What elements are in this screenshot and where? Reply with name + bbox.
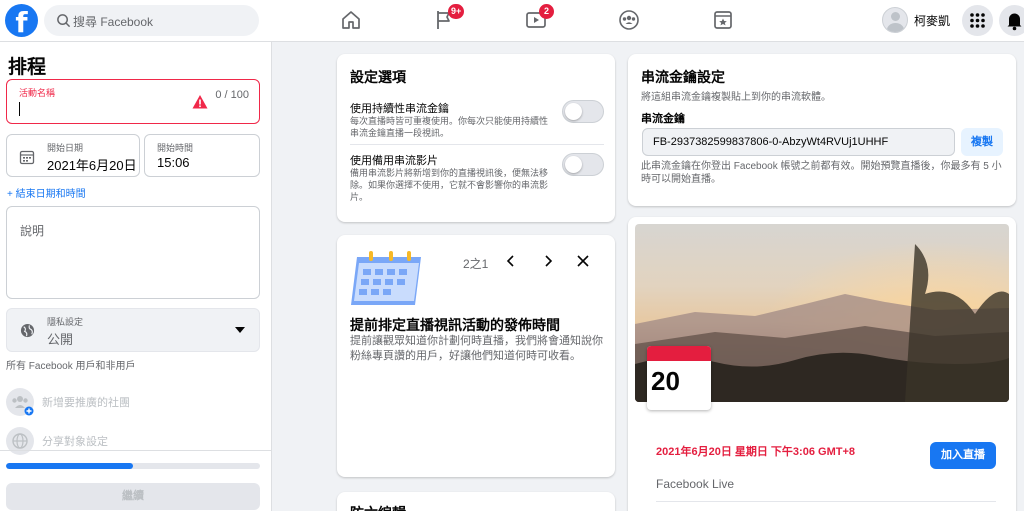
- top-bar: f 搜尋 Facebook 9+ 2 柯麥凱: [0, 0, 1024, 42]
- watch-badge: 2: [539, 4, 554, 19]
- go-live-button[interactable]: 加入直播: [930, 442, 996, 469]
- calendar-badge-header: [647, 346, 711, 361]
- stream-key-label: 串流金鑰: [641, 113, 685, 125]
- dropdown-caret-icon: [235, 327, 245, 333]
- privacy-label: 隱私設定: [47, 317, 84, 327]
- privacy-select[interactable]: 隱私設定 公開: [6, 308, 260, 352]
- start-date-label: 開始日期: [47, 143, 84, 153]
- preview-divider: [656, 501, 996, 502]
- chevron-right-icon[interactable]: [540, 253, 556, 269]
- stream-key-card: 串流金鑰設定 將這組串流金鑰複製貼上到你的串流軟體。 串流金鑰 FB-29373…: [628, 54, 1016, 206]
- chevron-left-icon[interactable]: [503, 253, 519, 269]
- settings-title: 設定選項: [350, 69, 406, 85]
- settings-card: 設定選項 使用持續性串流金鑰 每次直播時皆可重複使用。你每次只能使用持續性串流金…: [337, 54, 615, 222]
- stream-key-field[interactable]: FB-2937382599837806-0-AbzyWt4RVUj1UHHF: [642, 128, 955, 156]
- start-time-label: 開始時間: [157, 143, 194, 153]
- profile-link[interactable]: 柯麥凱: [882, 6, 950, 34]
- share-settings-item: 分享對象設定: [6, 426, 108, 456]
- panel-title: 排程: [8, 57, 47, 78]
- calendar-illustration-icon: [351, 251, 421, 305]
- facebook-logo[interactable]: f: [5, 4, 38, 37]
- tip-card: 2之1 提前排定直播視訊活動的發佈時間 提前讓觀眾知道你計劃何時直播，我們將會通…: [337, 235, 615, 477]
- search-input[interactable]: 搜尋 Facebook: [44, 5, 259, 36]
- pages-badge: 9+: [448, 4, 465, 19]
- add-community-item: 新增要推廣的社團: [6, 387, 130, 417]
- start-date-value: 2021年6月20日: [47, 158, 137, 173]
- privacy-hint: 所有 Facebook 用戶和非用戶: [6, 361, 136, 372]
- bottom-card-title: 防六編輯: [350, 503, 406, 511]
- warning-icon: [192, 95, 208, 109]
- start-time-field[interactable]: 開始時間 15:06: [144, 134, 260, 177]
- menu-button[interactable]: [962, 5, 993, 36]
- start-time-value: 15:06: [157, 155, 190, 170]
- event-calendar-badge: 20: [647, 346, 711, 410]
- option-divider: [350, 144, 604, 145]
- text-cursor: [19, 102, 20, 116]
- event-source: Facebook Live: [656, 477, 735, 491]
- backup-stream-title: 使用備用串流影片: [350, 155, 438, 167]
- start-date-field[interactable]: 開始日期 2021年6月20日: [6, 134, 140, 177]
- gaming-star-icon[interactable]: [711, 8, 735, 32]
- description-placeholder: 說明: [20, 224, 45, 238]
- description-input[interactable]: 說明: [6, 206, 260, 299]
- backup-stream-desc: 備用串流影片將新增到你的直播視訊後，便無法移除。如果你選擇不使用，它就不會影響你…: [350, 168, 549, 202]
- char-counter: 0 / 100: [215, 89, 249, 101]
- avatar: [882, 7, 908, 33]
- tip-title: 提前排定直播視訊活動的發佈時間: [350, 317, 560, 333]
- event-name-input[interactable]: 活動名稱 0 / 100: [6, 79, 260, 124]
- copy-button[interactable]: 複製: [961, 128, 1003, 156]
- privacy-value: 公開: [47, 332, 74, 347]
- progress-bar: [6, 463, 260, 469]
- home-icon[interactable]: [339, 8, 363, 32]
- search-icon: [57, 14, 71, 28]
- share-settings-label: 分享對象設定: [42, 436, 108, 448]
- stream-key-note: 此串流金鑰在你登出 Facebook 帳號之前都有效。開始預覽直播後，你最多有 …: [641, 161, 1002, 185]
- globe-icon: [20, 323, 35, 338]
- add-community-label: 新增要推廣的社團: [42, 397, 130, 409]
- tip-desc: 提前讓觀眾知道你計劃何時直播，我們將會通知說你粉絲專頁讚的用戶，好讓他們知道何時…: [350, 335, 603, 362]
- progress-fill: [6, 463, 133, 469]
- close-icon[interactable]: [575, 253, 591, 269]
- persistent-key-title: 使用持續性串流金鑰: [350, 103, 449, 115]
- event-datetime: 2021年6月20日 星期日 下午3:06 GMT+8: [656, 446, 855, 458]
- tip-pager: 2之1: [463, 257, 489, 271]
- persistent-key-toggle[interactable]: [562, 100, 604, 123]
- calendar-icon: [19, 150, 35, 165]
- search-placeholder: 搜尋 Facebook: [73, 15, 154, 29]
- calendar-day: 20: [651, 366, 680, 396]
- groups-icon[interactable]: [617, 8, 641, 32]
- persistent-key-desc: 每次直播時皆可重複使用。你每次只能使用持續性串流金鑰直播一段視訊。: [350, 116, 549, 138]
- schedule-panel: 排程 活動名稱 0 / 100 開始日期 2021年6月20日 開始時間 15:…: [0, 42, 272, 511]
- stream-key-subtitle: 將這組串流金鑰複製貼上到你的串流軟體。: [641, 92, 831, 103]
- bell-icon: [1007, 13, 1022, 31]
- backup-stream-toggle[interactable]: [562, 153, 604, 176]
- add-end-date-link[interactable]: + 結束日期和時間: [7, 185, 86, 200]
- preview-card: 20 2021年6月20日 星期日 下午3:06 GMT+8 Facebook …: [628, 217, 1016, 511]
- profile-name: 柯麥凱: [914, 13, 951, 28]
- community-icon: [6, 388, 34, 416]
- panel-divider: [0, 450, 272, 451]
- grid-menu-icon: [970, 13, 985, 28]
- bottom-card: 防六編輯: [337, 492, 615, 511]
- stream-key-title: 串流金鑰設定: [641, 69, 725, 85]
- notifications-button[interactable]: [999, 5, 1024, 36]
- event-name-label: 活動名稱: [19, 88, 56, 98]
- continue-button[interactable]: 繼續: [6, 483, 260, 510]
